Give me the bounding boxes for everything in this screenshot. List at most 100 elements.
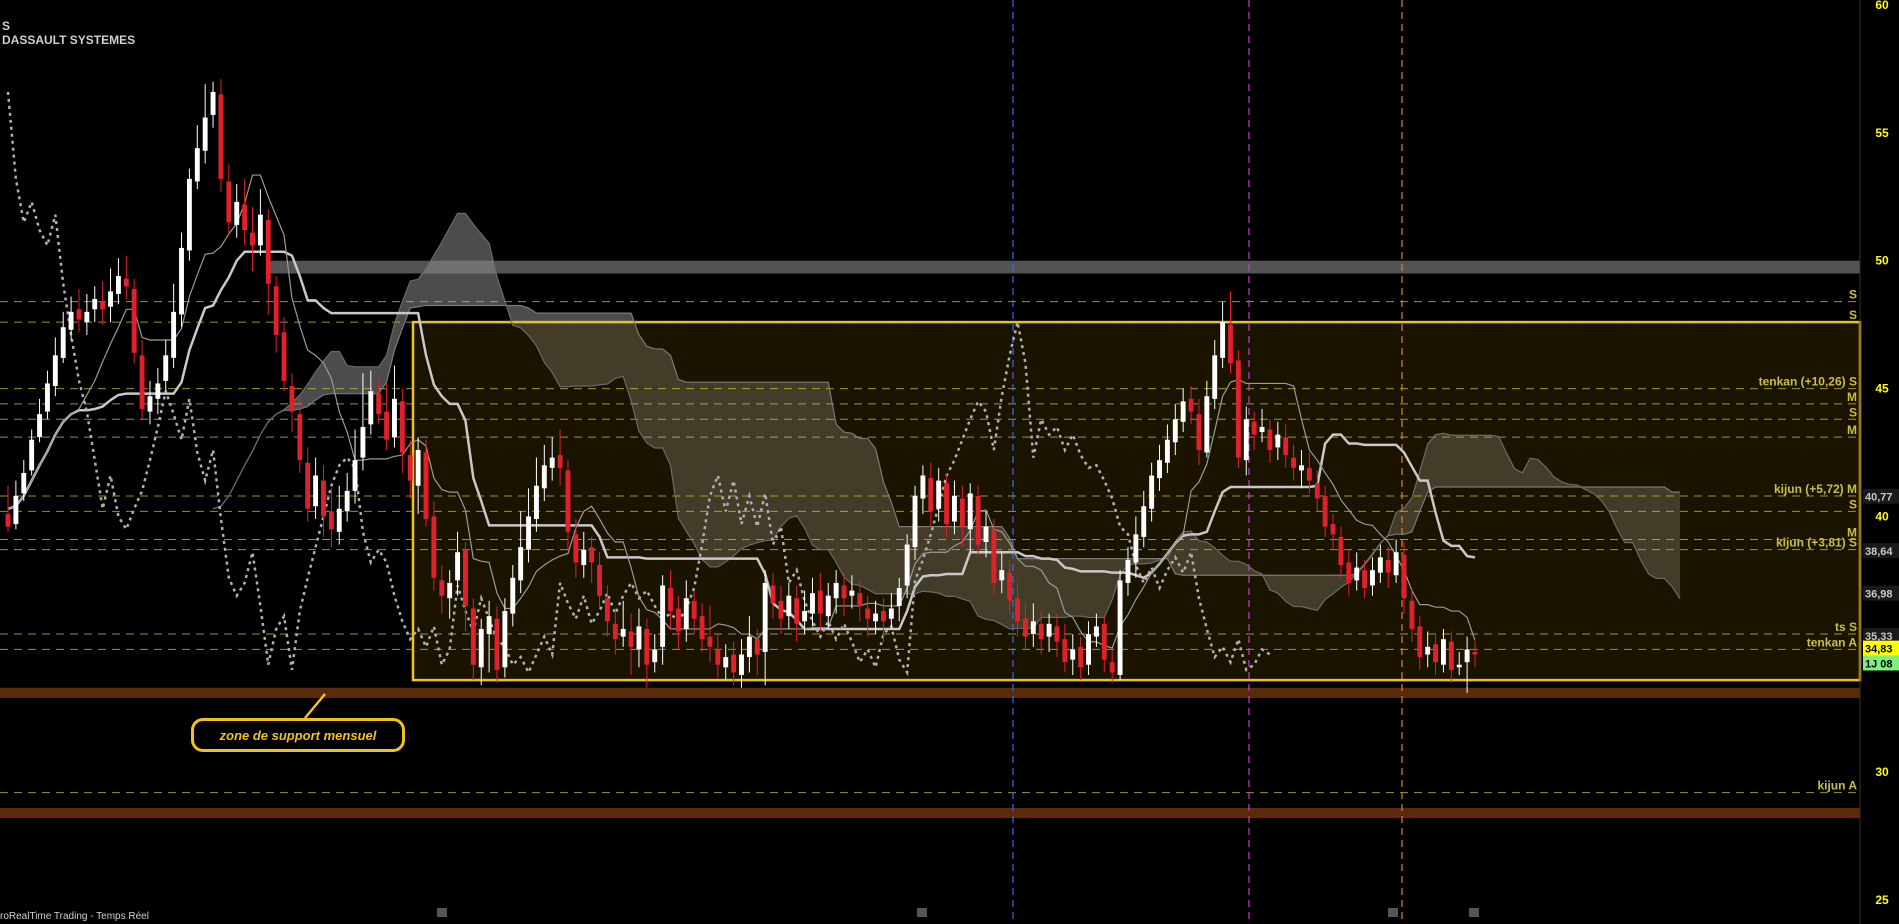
candle-body [139,355,145,410]
price-chart[interactable]: SStenkan (+10,26) SMSMkijun (+5,72) MSMk… [0,0,1899,924]
candle-body [589,547,595,563]
candle-body [1362,570,1368,589]
candle-body [147,396,153,412]
candle-body [1078,646,1084,668]
level-line-label: M [1847,390,1857,404]
candle-body [746,636,752,658]
candle-body [1299,465,1304,471]
candle-body [344,490,350,512]
candle-body [1015,598,1020,622]
y-axis-tick-label: 45 [1875,382,1889,396]
candle-body [1086,634,1091,665]
candle-body [1441,639,1446,665]
candle-body [155,383,161,399]
candle-body [76,309,82,320]
candle-body [1267,429,1273,450]
candle-body [1070,649,1076,660]
candle-body [289,386,295,412]
resistance-band [270,260,1860,274]
candle-body [328,511,334,530]
candle-body [707,636,713,647]
candle-body [604,598,610,622]
candle-body [1409,600,1415,629]
candle-body [131,288,137,353]
candle-body [628,631,634,647]
instrument-name: DASSAULT SYSTEMES [2,33,136,47]
candle-body [60,327,66,358]
candle-body [84,311,90,323]
data-source-label: roRealTime Trading - Temps Réel [0,911,149,922]
candle-body [1062,639,1068,663]
candle-body [1228,324,1233,363]
candle-body [1188,398,1194,412]
candle-body [463,549,468,606]
candle-body [754,639,760,655]
time-marker-icon [1388,908,1398,917]
candle-body [817,590,823,614]
candle-body [936,480,942,509]
time-marker-icon [917,908,927,917]
candle-body [873,613,879,622]
candle-body [321,480,326,517]
candle-body [44,383,50,412]
trading-range-box [411,320,1862,682]
candle-body [833,582,839,599]
y-axis-tick-label: 50 [1875,254,1889,268]
candle-body [376,393,382,415]
candle-body [1472,651,1478,655]
candle-body [652,649,658,663]
candle-body [1346,562,1352,583]
candle-body [636,626,642,650]
candle-body [1196,414,1202,450]
candle-body [1251,421,1257,435]
level-line-label: kijun A [1817,779,1857,793]
candle-body [731,654,737,673]
candle-body [1109,662,1115,673]
candle-body [37,414,42,438]
candle-body [100,301,106,310]
candle-body [123,278,129,287]
candle-body [502,611,508,668]
candle-body [660,585,666,647]
candle-body [1338,536,1344,566]
candle-body [218,94,224,179]
candle-body [991,529,997,583]
candle-body [186,178,192,251]
level-line-label: M [1847,423,1857,437]
candle-body [549,457,555,468]
candle-body [778,600,784,619]
candle-body [597,565,602,596]
support-zone-band [0,807,1860,819]
candle-body [620,628,626,637]
candle-body [1354,567,1360,581]
candle-body [865,608,871,619]
candle-body [1330,524,1336,535]
candle-body [1306,467,1312,481]
candle-body [297,414,303,461]
candle-body [612,623,618,640]
candle-body [250,232,255,246]
candle-body [1393,552,1399,576]
candle-body [896,588,902,606]
time-marker-icon [1469,908,1479,917]
candle-body [1243,419,1249,461]
candle-body [1101,623,1107,660]
candle-body [202,117,208,151]
candle-body [13,495,19,525]
support-zone-annotation: zone de support mensuel [191,718,405,752]
candle-body [242,204,248,231]
candle-body [399,401,405,453]
candle-body [368,391,374,425]
candle-body [1377,557,1383,573]
candle-body [273,286,279,335]
candle-body [384,411,390,440]
candle-body [1204,396,1210,453]
candle-body [1385,559,1391,573]
candle-body [194,148,200,182]
candle-body [431,516,437,578]
candle-body [1235,360,1241,458]
candle-body [668,588,673,612]
candle-body [952,495,957,522]
candle-body [786,595,792,617]
candle-body [888,608,894,619]
